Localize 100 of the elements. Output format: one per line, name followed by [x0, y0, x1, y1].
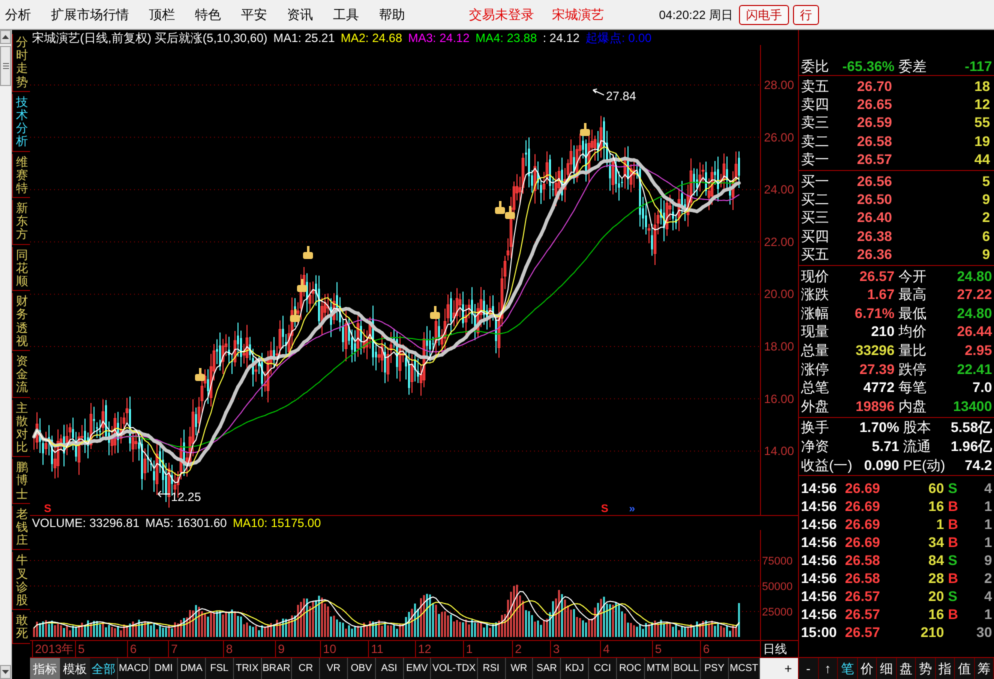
side-tab[interactable]: 分时走势 [12, 34, 30, 92]
indicator-tab[interactable]: DMA [178, 658, 206, 679]
tick-volume: 28 [927, 569, 945, 588]
menu-item[interactable]: 扩展市场行情 [51, 4, 129, 24]
scroll-thumb[interactable] [0, 46, 11, 86]
quote-label: 总量 [801, 341, 829, 360]
month-label: 8 [226, 642, 233, 656]
indicator-tab[interactable]: CR [292, 658, 320, 679]
indicator-tab[interactable]: 全部 [90, 658, 118, 679]
quote-label: 最低 [898, 304, 926, 323]
side-tab[interactable]: 新东方 [12, 200, 30, 245]
order-level-label: 买四 [801, 226, 830, 246]
scroll-down-button[interactable] [0, 665, 11, 679]
menu-item[interactable]: 特色 [195, 4, 221, 24]
toolbar-button[interactable]: 闪电手 [739, 4, 790, 24]
panel-tab[interactable]: 盘 [896, 658, 916, 679]
panel-tab[interactable]: 价 [858, 658, 877, 679]
quote-value: 33296 [854, 341, 894, 360]
order-volume: 55 [973, 113, 991, 132]
toolbar-button[interactable]: 行 [793, 4, 820, 24]
panel-tab[interactable]: 细 [877, 658, 896, 679]
menu-item[interactable]: 工具 [333, 4, 359, 24]
indicator-tab[interactable]: CCI [588, 658, 617, 679]
panel-tab[interactable]: 筹 [974, 658, 994, 679]
indicator-tab[interactable]: KDJ [561, 658, 589, 679]
panel-tab[interactable]: - [799, 658, 818, 679]
indicator-tab[interactable]: MTM [644, 658, 672, 679]
side-tab[interactable]: 技术分析 [12, 94, 30, 152]
side-tab[interactable]: 维赛特 [12, 154, 30, 198]
indicator-tab[interactable]: MACD [118, 658, 150, 679]
indicator-tab[interactable]: SAR [533, 658, 562, 679]
clock-text: 04:20:22 周日 [659, 6, 734, 24]
quote-label: PE(动) [903, 456, 946, 475]
stock-name: 宋城演艺 [552, 6, 604, 24]
tick-time: 15:00 [801, 623, 838, 642]
order-level-label: 卖一 [801, 150, 830, 170]
volume-axis-label: 75000 [762, 556, 793, 568]
menu-item[interactable]: 帮助 [379, 4, 405, 24]
price-axis-label: 20.00 [764, 287, 794, 302]
order-volume: 5 [981, 172, 991, 191]
indicator-tab[interactable]: VOL-TDX [431, 658, 478, 679]
quote-label: 委比 [801, 57, 829, 76]
side-tab[interactable]: 财务透视 [12, 293, 30, 351]
panel-button[interactable]: 指标 [30, 658, 60, 679]
month-label: 6 [703, 642, 710, 656]
signal-mark: S [44, 503, 52, 515]
indicator-tab[interactable]: DMI [150, 658, 178, 679]
volume-header-text: MA10: 15175.00 [232, 515, 321, 532]
order-level-label: 买三 [801, 208, 830, 228]
month-label: 2 [515, 642, 522, 656]
scroll-up-button[interactable] [0, 30, 11, 44]
tick-time: 14:56 [801, 569, 838, 588]
order-price: 26.40 [857, 208, 894, 228]
indicator-tab[interactable]: RSI [478, 658, 506, 679]
order-volume: 9 [981, 190, 991, 210]
quote-value: 5.71 [870, 437, 900, 456]
panel-tab[interactable]: 笔 [838, 658, 858, 679]
indicator-tab[interactable]: WR [506, 658, 534, 679]
side-tab[interactable]: 鹏博士 [12, 459, 30, 504]
login-status[interactable]: 交易未登录 [469, 4, 534, 24]
quote-label: 现量 [801, 322, 829, 342]
menu-item[interactable]: 资讯 [287, 4, 313, 24]
indicator-tab[interactable]: FSL [206, 658, 234, 679]
panel-tab[interactable]: 势 [916, 658, 936, 679]
side-tab[interactable]: 同花顺 [12, 246, 30, 292]
indicator-tab[interactable]: BOLL [672, 658, 701, 679]
quote-value: 5.58亿 [950, 418, 992, 438]
scrollbar[interactable] [0, 30, 12, 679]
quote-value: 2.95 [964, 341, 992, 360]
tick-volume: 34 [927, 533, 945, 552]
indicator-tab[interactable]: TRIX [234, 658, 262, 679]
panel-tab[interactable]: ↑ [818, 658, 838, 679]
order-level-label: 买一 [801, 172, 830, 191]
side-tab[interactable]: 老钱庄 [12, 506, 30, 550]
chart-header-text: MA3: 24.12 [408, 30, 470, 46]
indicator-tab[interactable]: VR [320, 658, 348, 679]
indicator-tab[interactable]: EMV [404, 658, 432, 679]
panel-button[interactable]: 模板 [60, 658, 90, 679]
add-tab-button[interactable]: + [782, 662, 794, 675]
month-label: 1 [466, 642, 473, 656]
menu-item[interactable]: 顶栏 [149, 4, 175, 24]
indicator-tab[interactable]: PSY [700, 658, 729, 679]
panel-tab[interactable]: 指 [936, 658, 955, 679]
side-tab[interactable]: 资金流 [12, 352, 30, 398]
quote-label: 均价 [898, 322, 926, 342]
menu-item[interactable]: 平安 [241, 4, 267, 24]
side-tab[interactable]: 敢死 [12, 612, 30, 644]
order-price: 26.38 [857, 226, 894, 246]
tick-count: 1 [983, 497, 992, 516]
indicator-tab[interactable]: BRAR [262, 658, 292, 679]
side-tab[interactable]: 主散对比 [12, 400, 30, 458]
menu-item[interactable]: 分析 [5, 4, 31, 24]
quote-label: 委差 [898, 57, 926, 76]
indicator-tab[interactable]: ROC [616, 658, 645, 679]
chart-header-text: MA2: 24.68 [340, 30, 402, 46]
tick-count: 4 [983, 587, 992, 606]
panel-tab[interactable]: 值 [955, 658, 974, 679]
indicator-tab[interactable]: OBV [348, 658, 376, 679]
indicator-tab[interactable]: ASI [376, 658, 404, 679]
side-tab[interactable]: 牛叉诊股 [12, 552, 30, 610]
